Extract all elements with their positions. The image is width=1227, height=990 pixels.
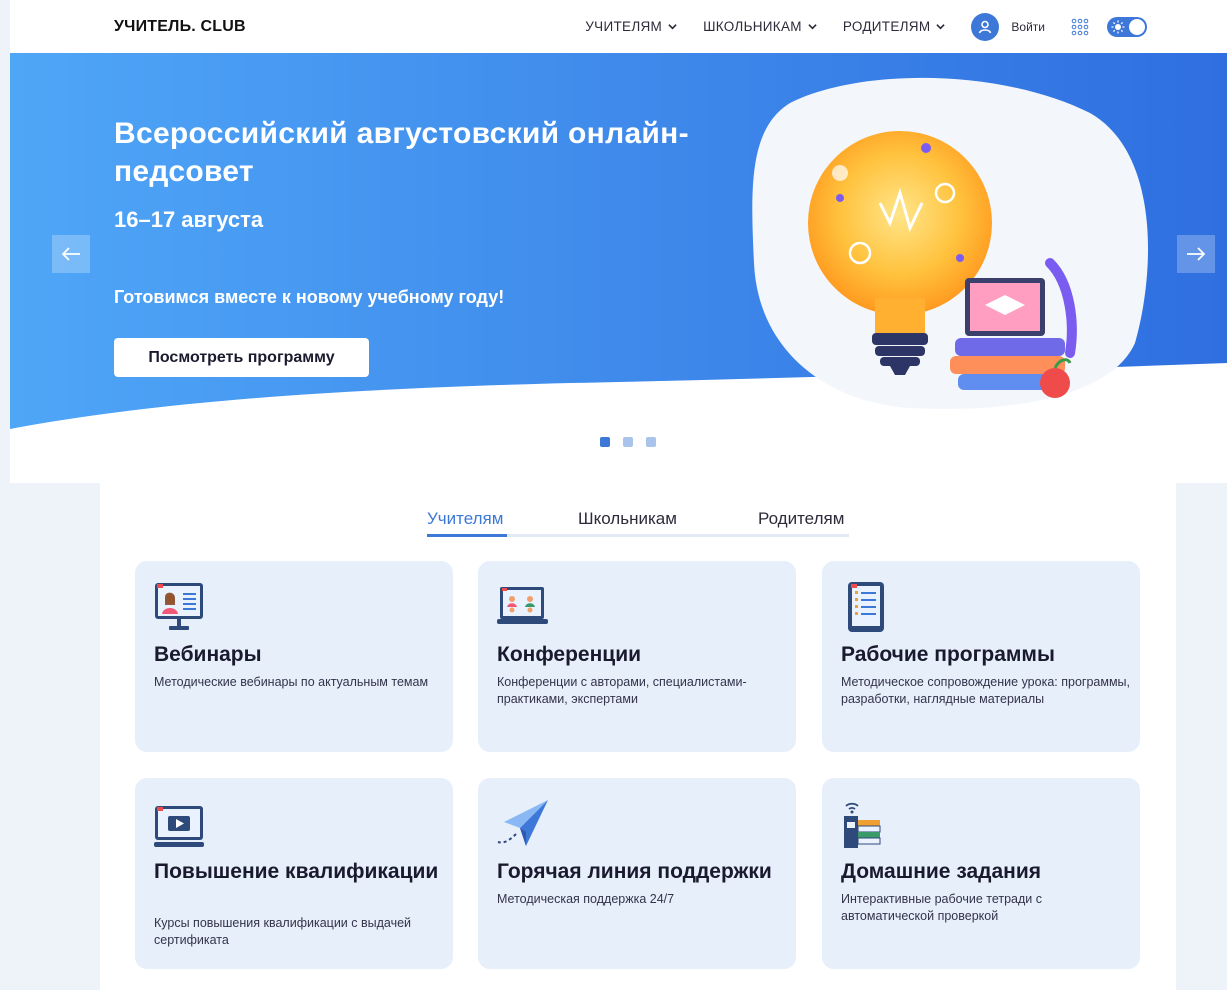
webinar-monitor-icon xyxy=(155,583,203,630)
slider-dots xyxy=(600,437,669,447)
card-title: Домашние задания xyxy=(841,860,1042,883)
active-tab-indicator xyxy=(427,534,507,537)
card-description: Методическая поддержка 24/7 xyxy=(497,892,675,906)
site-header: УЧИТЕЛЬ. CLUB УЧИТЕЛЯМ ШКОЛЬНИКАМ РОДИТЕ… xyxy=(10,0,1227,53)
slider-next-button[interactable] xyxy=(1177,235,1215,273)
site-logo[interactable]: УЧИТЕЛЬ. CLUB xyxy=(114,18,246,36)
sun-icon xyxy=(1111,20,1125,33)
workbook-wifi-icon xyxy=(844,802,881,848)
chevron-down-icon xyxy=(808,24,817,30)
card-title: Повышение квалификации xyxy=(154,860,439,883)
main-nav: УЧИТЕЛЯМ ШКОЛЬНИКАМ РОДИТЕЛЯМ Войти xyxy=(559,0,1147,53)
video-monitor-icon xyxy=(154,806,204,847)
slider-prev-button[interactable] xyxy=(52,235,90,273)
nav-item-label: УЧИТЕЛЯМ xyxy=(585,19,663,34)
hero-slider: Всероссийский августовский онлайн-педсов… xyxy=(10,53,1227,483)
card-description: Интерактивные рабочие тетради с автомати… xyxy=(841,892,1043,923)
view-program-button[interactable]: Посмотреть программу xyxy=(114,338,369,377)
card-title: Вебинары xyxy=(154,643,262,666)
tablet-document-icon xyxy=(848,582,884,632)
card-title: Горячая линия поддержки xyxy=(497,860,772,883)
arrow-left-icon xyxy=(61,247,80,261)
hero-title: Всероссийский августовский онлайн-педсов… xyxy=(114,117,689,188)
conference-laptop-icon xyxy=(497,587,548,624)
tab-students[interactable]: Школьникам xyxy=(578,509,677,529)
hero-date: 16–17 августа xyxy=(114,207,264,232)
nav-item-teachers[interactable]: УЧИТЕЛЯМ xyxy=(585,19,677,34)
nav-item-label: ШКОЛЬНИКАМ xyxy=(703,19,802,34)
nav-item-label: РОДИТЕЛЯМ xyxy=(842,19,931,34)
services-section: Учителям Школьникам Родителям Вебинары М… xyxy=(100,483,1176,990)
card-work-programs[interactable]: Рабочие программы Методическое сопровожд… xyxy=(822,561,1140,752)
card-description: Методическое сопровождение урока: програ… xyxy=(841,675,1131,706)
card-title: Рабочие программы xyxy=(841,643,1055,666)
login-label: Войти xyxy=(1011,19,1045,34)
chevron-down-icon xyxy=(668,24,677,30)
tab-parents[interactable]: Родителям xyxy=(758,509,844,529)
card-title: Конференции xyxy=(497,643,642,666)
hero-subtitle: Готовимся вместе к новому учебному году! xyxy=(114,287,505,307)
login-button[interactable]: Войти xyxy=(971,12,1045,41)
tab-teachers[interactable]: Учителям xyxy=(427,509,503,529)
card-homework[interactable]: Домашние задания Интерактивные рабочие т… xyxy=(822,778,1140,969)
theme-toggle[interactable] xyxy=(1107,16,1147,37)
user-icon xyxy=(971,12,1000,41)
card-support-hotline[interactable]: Горячая линия поддержки Методическая под… xyxy=(478,778,796,969)
chevron-down-icon xyxy=(936,24,946,30)
card-qualification[interactable]: Повышение квалификации Курсы повышения к… xyxy=(135,778,453,969)
nav-item-parents[interactable]: РОДИТЕЛЯМ xyxy=(843,19,946,34)
slider-dot[interactable] xyxy=(623,437,633,447)
card-description: Конференции с авторами, специалистами-пр… xyxy=(497,675,747,706)
slider-dot[interactable] xyxy=(600,437,610,447)
card-description: Курсы повышения квалификации с выдачей с… xyxy=(154,916,412,947)
slider-dot[interactable] xyxy=(646,437,656,447)
toggle-knob xyxy=(1129,18,1145,35)
apps-grid-icon[interactable] xyxy=(1071,18,1089,36)
arrow-right-icon xyxy=(1187,247,1206,261)
card-description: Методические вебинары по актуальным тема… xyxy=(154,675,429,689)
paper-plane-icon xyxy=(497,800,548,846)
audience-tabs: Учителям Школьникам Родителям xyxy=(427,505,849,537)
nav-item-students[interactable]: ШКОЛЬНИКАМ xyxy=(703,19,817,34)
card-conferences[interactable]: Конференции Конференции с авторами, спец… xyxy=(478,561,796,752)
card-webinars[interactable]: Вебинары Методические вебинары по актуал… xyxy=(135,561,453,752)
